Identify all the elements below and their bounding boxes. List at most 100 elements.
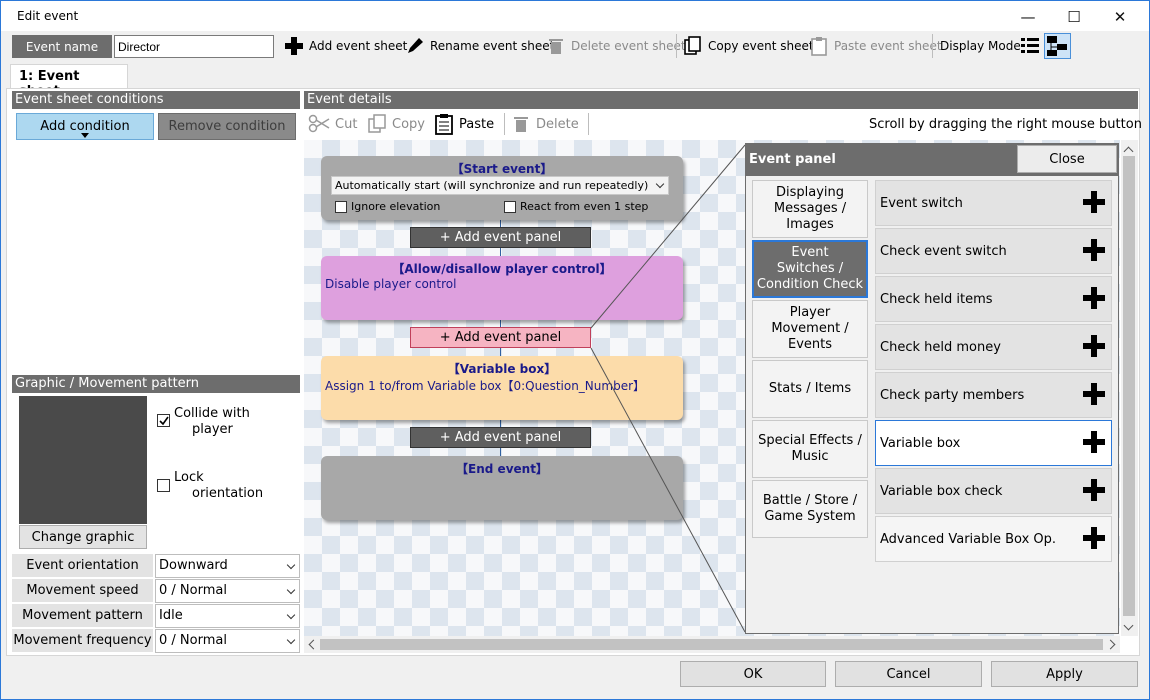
option-variable-box[interactable]: Variable box: [875, 420, 1112, 466]
plus-icon: [1083, 383, 1105, 405]
movement-speed-select[interactable]: 0 / Normal: [155, 579, 300, 603]
list-icon: [1021, 38, 1039, 53]
cat-line: Music: [791, 449, 829, 464]
lock-label-line: Lock: [174, 470, 204, 485]
option-label: Check event switch: [880, 243, 1007, 259]
copy-event-sheet-button[interactable]: Copy event sheet: [683, 35, 814, 57]
delete-event-sheet-button[interactable]: Delete event sheet: [546, 35, 686, 57]
cut-label: Cut: [335, 116, 358, 132]
vertical-scroll-thumb[interactable]: [1123, 156, 1135, 616]
change-graphic-button[interactable]: Change graphic: [19, 525, 147, 549]
minimize-button[interactable]: —: [1005, 1, 1051, 32]
add-event-panel-button-active[interactable]: + Add event panel: [410, 327, 591, 348]
option-label: Check held money: [880, 339, 1001, 355]
scroll-left-icon: [308, 639, 319, 650]
popup-title: Event panel: [749, 152, 836, 167]
tree-view-button[interactable]: [1044, 33, 1071, 59]
rename-event-sheet-button[interactable]: Rename event sheet: [405, 35, 554, 57]
maximize-button[interactable]: ☐: [1051, 1, 1097, 32]
lock-label-line: orientation: [192, 486, 264, 501]
cat-line: Displaying: [775, 185, 844, 200]
ignore-elevation-checkbox[interactable]: Ignore elevation: [335, 200, 440, 213]
plus-icon: [285, 37, 303, 55]
option-label: Variable box: [880, 435, 961, 451]
horizontal-scrollbar[interactable]: [304, 636, 1120, 653]
option-check-party-members[interactable]: Check party members: [875, 372, 1112, 418]
toolbar-separator: [676, 34, 677, 58]
close-icon: ✕: [1113, 7, 1127, 26]
option-variable-box-check[interactable]: Variable box check: [875, 468, 1112, 514]
cancel-label: Cancel: [886, 666, 931, 682]
popup-close-label: Close: [1049, 151, 1085, 167]
delete-button[interactable]: Delete: [511, 113, 579, 135]
category-battle-store[interactable]: Battle / Store / Game System: [752, 480, 868, 538]
event-name-input[interactable]: [114, 35, 274, 58]
ignore-elevation-label: Ignore elevation: [351, 200, 441, 213]
rename-event-sheet-label: Rename event sheet: [430, 39, 555, 53]
option-check-event-switch[interactable]: Check event switch: [875, 228, 1112, 274]
cut-button[interactable]: Cut: [308, 113, 357, 135]
plus-icon: [1083, 239, 1105, 261]
movement-pattern-select[interactable]: Idle: [155, 604, 300, 628]
list-view-button[interactable]: [1019, 35, 1041, 57]
collide-label-line: player: [192, 422, 233, 437]
copy-label: Copy: [392, 116, 425, 132]
option-check-held-money[interactable]: Check held money: [875, 324, 1112, 370]
apply-button[interactable]: Apply: [991, 661, 1138, 687]
cat-line: Game System: [764, 509, 856, 524]
trash-icon: [514, 117, 528, 132]
copy-button[interactable]: Copy: [367, 113, 425, 135]
trash-icon: [549, 39, 563, 54]
add-event-sheet-button[interactable]: Add event sheet: [284, 35, 407, 57]
scroll-hint: Scroll by dragging the right mouse butto…: [869, 117, 1142, 132]
chevron-down-icon: [286, 560, 296, 570]
horizontal-scroll-thumb[interactable]: [320, 639, 1103, 650]
lock-orientation-checkbox[interactable]: [157, 479, 170, 496]
cancel-button[interactable]: Cancel: [835, 661, 982, 687]
change-graphic-label: Change graphic: [31, 529, 135, 545]
ok-button[interactable]: OK: [680, 661, 826, 687]
cat-line: Switches /: [776, 261, 844, 276]
category-messages[interactable]: Displaying Messages / Images: [752, 180, 868, 238]
flowchart-icon: [1047, 36, 1067, 56]
select-value: 0 / Normal: [159, 583, 227, 598]
close-window-button[interactable]: ✕: [1097, 1, 1143, 32]
ok-label: OK: [743, 666, 763, 682]
tab-event-sheet[interactable]: 1: Event sheet: [10, 64, 128, 99]
option-label: Check held items: [880, 291, 993, 307]
option-event-switch[interactable]: Event switch: [875, 180, 1112, 226]
category-effects-music[interactable]: Special Effects / Music: [752, 420, 868, 478]
window-title: Edit event: [17, 9, 79, 23]
event-orientation-select[interactable]: Downward: [155, 554, 300, 578]
option-advanced-variable-box[interactable]: Advanced Variable Box Op.: [875, 516, 1112, 562]
toolbar-separator: [932, 34, 933, 58]
cat-line: Movement /: [771, 321, 849, 336]
remove-condition-button[interactable]: Remove condition: [158, 113, 296, 140]
chevron-down-icon: [286, 635, 296, 645]
option-label: Check party members: [880, 387, 1025, 403]
cat-line: Images: [786, 217, 834, 232]
clipboard-icon: [811, 37, 827, 56]
category-player-movement[interactable]: Player Movement / Events: [752, 300, 868, 358]
checkbox-empty-icon: [335, 200, 347, 213]
plus-icon: [1083, 191, 1105, 213]
option-check-held-items[interactable]: Check held items: [875, 276, 1112, 322]
collide-label-line: Collide with: [174, 406, 250, 421]
category-switches-selected[interactable]: Event Switches / Condition Check: [752, 240, 868, 298]
popup-close-button[interactable]: Close: [1017, 145, 1117, 173]
movement-frequency-select[interactable]: 0 / Normal: [155, 629, 300, 653]
paste-event-sheet-button[interactable]: Paste event sheet: [809, 35, 942, 57]
collide-checkbox[interactable]: [157, 414, 170, 431]
lock-orientation-label: Lock orientation: [174, 470, 263, 502]
chevron-down-icon: [286, 610, 296, 620]
toolbar-separator: [504, 113, 505, 135]
add-event-panel-button[interactable]: + Add event panel: [410, 227, 591, 248]
pen-icon: [408, 38, 423, 53]
paste-button[interactable]: Paste: [434, 113, 494, 135]
collide-label: Collide with player: [174, 406, 250, 438]
vertical-scrollbar[interactable]: [1121, 140, 1138, 636]
conditions-list: [12, 109, 300, 373]
graphic-preview[interactable]: [19, 396, 147, 524]
add-event-panel-button[interactable]: + Add event panel: [410, 427, 591, 448]
category-stats-items[interactable]: Stats / Items: [752, 360, 868, 418]
